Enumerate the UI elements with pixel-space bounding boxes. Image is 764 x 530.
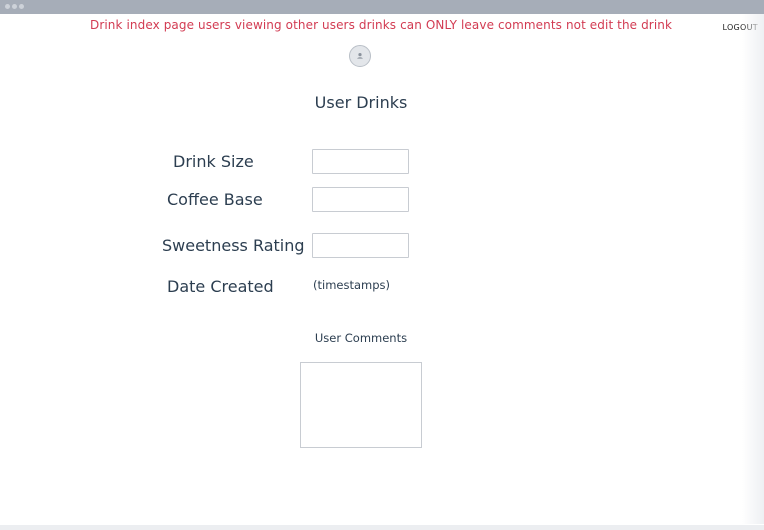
- sweetness-rating-field[interactable]: [312, 233, 409, 258]
- page-title: User Drinks: [314, 93, 408, 112]
- window-controls[interactable]: [5, 4, 24, 9]
- maximize-dot-icon[interactable]: [19, 4, 24, 9]
- annotation-note: Drink index page users viewing other use…: [0, 18, 764, 32]
- drink-size-label: Drink Size: [173, 152, 254, 171]
- user-comments-label: User Comments: [314, 331, 408, 345]
- minimize-dot-icon[interactable]: [12, 4, 17, 9]
- window-titlebar: [0, 0, 764, 14]
- avatar[interactable]: [349, 45, 371, 67]
- close-dot-icon[interactable]: [5, 4, 10, 9]
- date-created-value: (timestamps): [313, 278, 390, 292]
- right-edge-shade: [742, 14, 764, 524]
- date-created-label: Date Created: [167, 277, 274, 296]
- coffee-base-field[interactable]: [312, 187, 409, 212]
- coffee-base-label: Coffee Base: [167, 190, 263, 209]
- user-icon: [357, 53, 363, 59]
- user-comments-input[interactable]: [300, 362, 422, 448]
- annotation-note-text: Drink index page users viewing other use…: [89, 18, 673, 32]
- drink-size-field[interactable]: [312, 149, 409, 174]
- bottom-edge-bar: [0, 525, 764, 530]
- sweetness-rating-label: Sweetness Rating: [162, 236, 305, 255]
